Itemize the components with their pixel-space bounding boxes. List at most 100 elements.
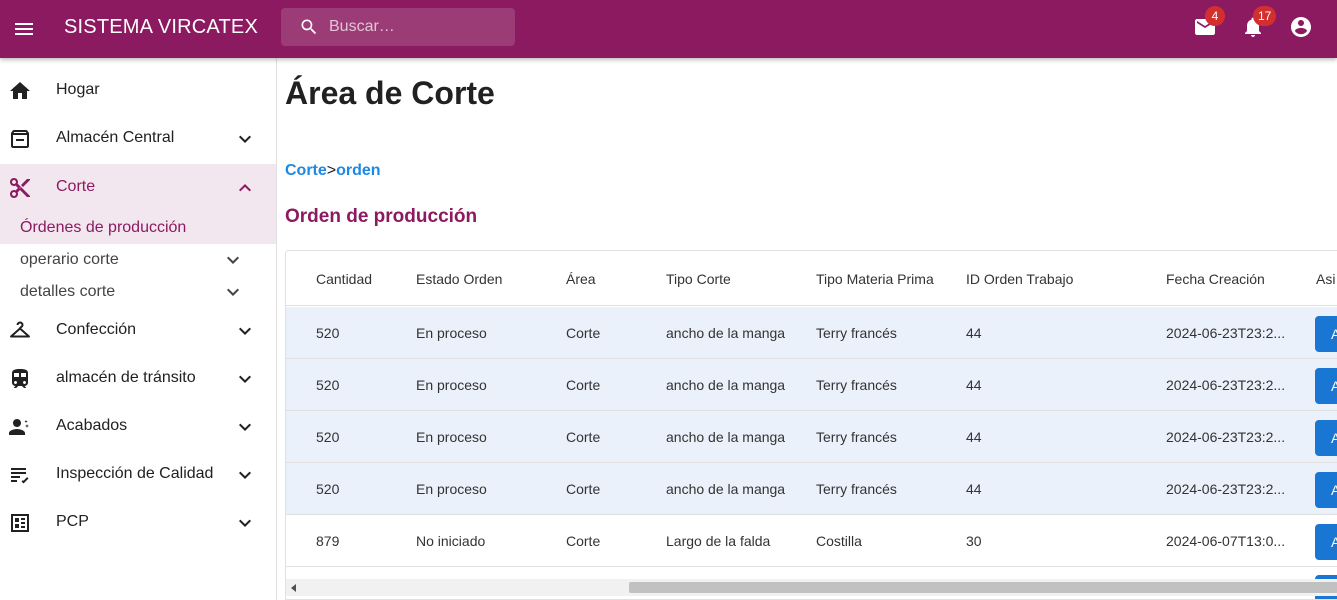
assign-button[interactable]: A: [1315, 524, 1337, 560]
cell-tipo-corte: Largo de la falda: [666, 533, 771, 549]
sidebar-item-label: PCP: [56, 513, 89, 530]
sidebar-subitem-detalles-corte[interactable]: detalles corte: [0, 276, 276, 308]
breadcrumb-link-orden[interactable]: orden: [336, 162, 380, 179]
archive-icon: [8, 127, 32, 151]
cell-fecha-creacion: 2024-06-07T13:0...: [1166, 533, 1286, 549]
cell-tipo-materia-prima: Terry francés: [816, 377, 897, 393]
breadcrumb-link-corte[interactable]: Corte: [285, 162, 327, 179]
sidebar-item-confeccion[interactable]: Confección: [0, 307, 276, 355]
breadcrumb-separator: >: [326, 162, 337, 179]
chevron-up-icon: [233, 176, 257, 200]
cell-cantidad: 520: [316, 481, 340, 497]
mail-button[interactable]: 4: [1193, 6, 1225, 39]
chevron-down-icon: [233, 463, 257, 487]
sidebar-item-label: Almacén Central: [56, 129, 175, 146]
cell-area: Corte: [566, 533, 601, 549]
cell-tipo-corte: ancho de la manga: [666, 429, 786, 445]
app-title: SISTEMA VIRCATEX: [64, 16, 258, 38]
sidebar-subitem-operario-corte[interactable]: operario corte: [0, 244, 276, 276]
assign-button[interactable]: A: [1315, 316, 1337, 352]
table-row[interactable]: 520 En proceso Corte ancho de la manga T…: [286, 307, 1337, 359]
home-icon: [8, 79, 32, 103]
sidebar-subitem-ordenes-produccion[interactable]: Órdenes de producción: [0, 212, 276, 244]
cell-fecha-creacion: 2024-06-23T23:2...: [1166, 429, 1286, 445]
table-row[interactable]: 520 En proceso Corte ancho de la manga T…: [286, 411, 1337, 463]
sidebar-item-corte[interactable]: Corte: [0, 164, 276, 212]
sidebar-item-hogar[interactable]: Hogar: [0, 67, 276, 115]
column-header-fecha-creacion[interactable]: Fecha Creación: [1166, 271, 1265, 287]
person-settings-icon: [8, 415, 32, 439]
table-row[interactable]: 520 En proceso Corte ancho de la manga T…: [286, 463, 1337, 515]
cell-area: Corte: [566, 377, 601, 393]
notification-badge: 17: [1253, 6, 1277, 26]
mail-badge: 4: [1205, 6, 1225, 26]
column-header-asignar[interactable]: Asi: [1316, 271, 1335, 287]
chevron-down-icon: [221, 280, 245, 304]
hanger-icon: [8, 319, 32, 343]
cell-tipo-materia-prima: Terry francés: [816, 325, 897, 341]
sidebar-item-almacen-central[interactable]: Almacén Central: [0, 115, 276, 163]
dashboard-icon: [8, 511, 32, 535]
sidebar-item-almacen-transito[interactable]: almacén de tránsito: [0, 355, 276, 403]
section-title: Orden de producción: [285, 206, 478, 227]
sidebar-item-acabados[interactable]: Acabados: [0, 403, 276, 451]
cell-fecha-creacion: 2024-06-23T23:2...: [1166, 377, 1286, 393]
cell-id-orden-trabajo: 44: [966, 481, 982, 497]
breadcrumb: Corte>orden: [285, 162, 381, 180]
chevron-down-icon: [221, 248, 245, 272]
cell-area: Corte: [566, 481, 601, 497]
notifications-button[interactable]: 17: [1241, 6, 1277, 39]
cell-tipo-corte: ancho de la manga: [666, 325, 786, 341]
column-header-estado-orden[interactable]: Estado Orden: [416, 271, 502, 287]
scroll-left-icon[interactable]: [291, 584, 296, 592]
sidebar-item-label: Confección: [56, 321, 137, 338]
sidebar-subitem-label: detalles corte: [20, 283, 116, 300]
cell-estado-orden: No iniciado: [416, 533, 486, 549]
menu-icon[interactable]: [12, 17, 36, 41]
sidebar-item-inspeccion-calidad[interactable]: Inspección de Calidad: [0, 451, 276, 499]
cell-id-orden-trabajo: 30: [966, 533, 982, 549]
assign-button[interactable]: A: [1315, 472, 1337, 508]
table-row[interactable]: 520 En proceso Corte ancho de la manga T…: [286, 359, 1337, 411]
cell-cantidad: 520: [316, 377, 340, 393]
cell-id-orden-trabajo: 44: [966, 325, 982, 341]
column-header-id-orden-trabajo[interactable]: ID Orden Trabajo: [966, 271, 1073, 287]
cell-estado-orden: En proceso: [416, 377, 487, 393]
column-header-tipo-corte[interactable]: Tipo Corte: [666, 271, 731, 287]
cell-tipo-corte: ancho de la manga: [666, 377, 786, 393]
assign-button[interactable]: A: [1315, 368, 1337, 404]
train-icon: [8, 367, 32, 391]
sidebar-subitem-label: Órdenes de producción: [20, 219, 187, 236]
table-header: Cantidad Estado Orden Área Tipo Corte Ti…: [286, 251, 1337, 306]
orders-table: Cantidad Estado Orden Área Tipo Corte Ti…: [285, 250, 1337, 600]
cell-area: Corte: [566, 325, 601, 341]
cell-cantidad: 879: [316, 533, 340, 549]
column-header-tipo-materia-prima[interactable]: Tipo Materia Prima: [816, 271, 934, 287]
sidebar-item-label: Acabados: [56, 417, 128, 434]
account-circle-icon: [1289, 15, 1313, 39]
scrollbar-thumb[interactable]: [629, 582, 1337, 593]
horizontal-scrollbar[interactable]: [286, 579, 1337, 596]
cell-estado-orden: En proceso: [416, 429, 487, 445]
scissors-icon: [8, 176, 32, 200]
sidebar-subitem-label: operario corte: [20, 251, 119, 268]
cell-tipo-materia-prima: Terry francés: [816, 429, 897, 445]
page-title: Área de Corte: [285, 75, 495, 111]
sidebar-item-label: Hogar: [56, 81, 100, 98]
assign-button[interactable]: A: [1315, 420, 1337, 456]
sidebar: Hogar Almacén Central Corte Órdenes de p…: [0, 58, 277, 600]
cell-area: Corte: [566, 429, 601, 445]
cell-tipo-corte: ancho de la manga: [666, 481, 786, 497]
search-input[interactable]: [329, 8, 509, 46]
chevron-down-icon: [233, 319, 257, 343]
cell-cantidad: 520: [316, 325, 340, 341]
table-row[interactable]: 879 No iniciado Corte Largo de la falda …: [286, 515, 1337, 567]
chevron-down-icon: [233, 127, 257, 151]
search-box[interactable]: [281, 8, 515, 46]
sidebar-item-pcp[interactable]: PCP: [0, 499, 276, 547]
sidebar-item-label: almacén de tránsito: [56, 369, 196, 386]
cell-cantidad: 520: [316, 429, 340, 445]
column-header-area[interactable]: Área: [566, 271, 596, 287]
column-header-cantidad[interactable]: Cantidad: [316, 271, 372, 287]
account-button[interactable]: [1289, 15, 1313, 39]
